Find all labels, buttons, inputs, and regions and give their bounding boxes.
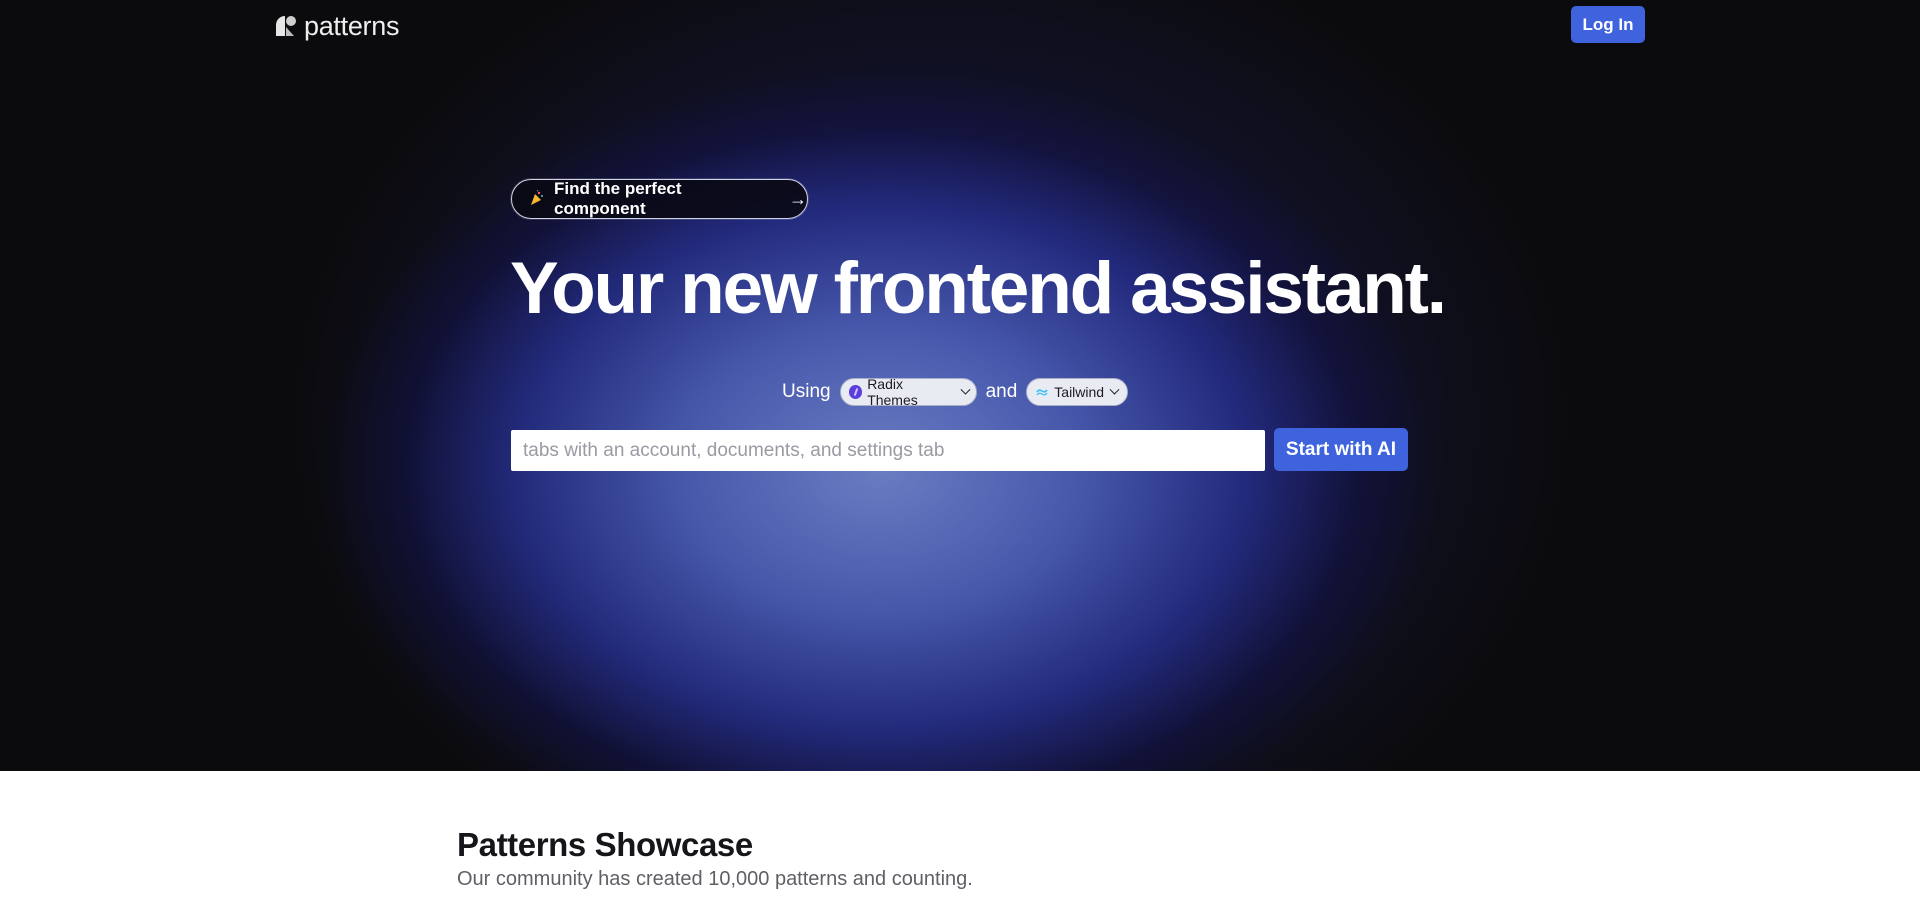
- radix-icon: [848, 385, 863, 399]
- arrow-right-icon: →: [789, 188, 807, 209]
- prompt-input[interactable]: [511, 430, 1265, 471]
- css-select-value: Tailwind: [1054, 384, 1105, 400]
- hero-headline: Your new frontend assistant.: [510, 248, 1447, 329]
- and-label: and: [985, 381, 1018, 402]
- start-with-ai-button[interactable]: Start with AI: [1274, 428, 1408, 471]
- party-popper-icon: [530, 189, 544, 209]
- tailwind-icon: [1035, 385, 1049, 399]
- framework-selector-row: Using Radix Themes and Tailwind: [782, 376, 1129, 408]
- logo[interactable]: patterns: [274, 10, 399, 42]
- logo-text: patterns: [304, 10, 400, 41]
- library-select-value: Radix Themes: [867, 376, 918, 408]
- hero-section: patterns Log In Find the perfect compone…: [0, 0, 1920, 771]
- library-select[interactable]: Radix Themes: [839, 376, 977, 408]
- css-select[interactable]: Tailwind: [1026, 378, 1129, 406]
- showcase-title: Patterns Showcase: [457, 826, 753, 863]
- announcement-text: Find the perfect component: [554, 179, 682, 218]
- login-button[interactable]: Log In: [1571, 6, 1645, 43]
- chevron-down-icon: [960, 384, 971, 395]
- using-label: Using: [782, 381, 831, 402]
- chevron-down-icon: [1109, 384, 1120, 395]
- announcement-pill[interactable]: Find the perfect component →: [511, 179, 808, 219]
- patterns-logo-icon: [274, 14, 298, 38]
- showcase-subtitle: Our community has created 10,000 pattern…: [457, 868, 973, 890]
